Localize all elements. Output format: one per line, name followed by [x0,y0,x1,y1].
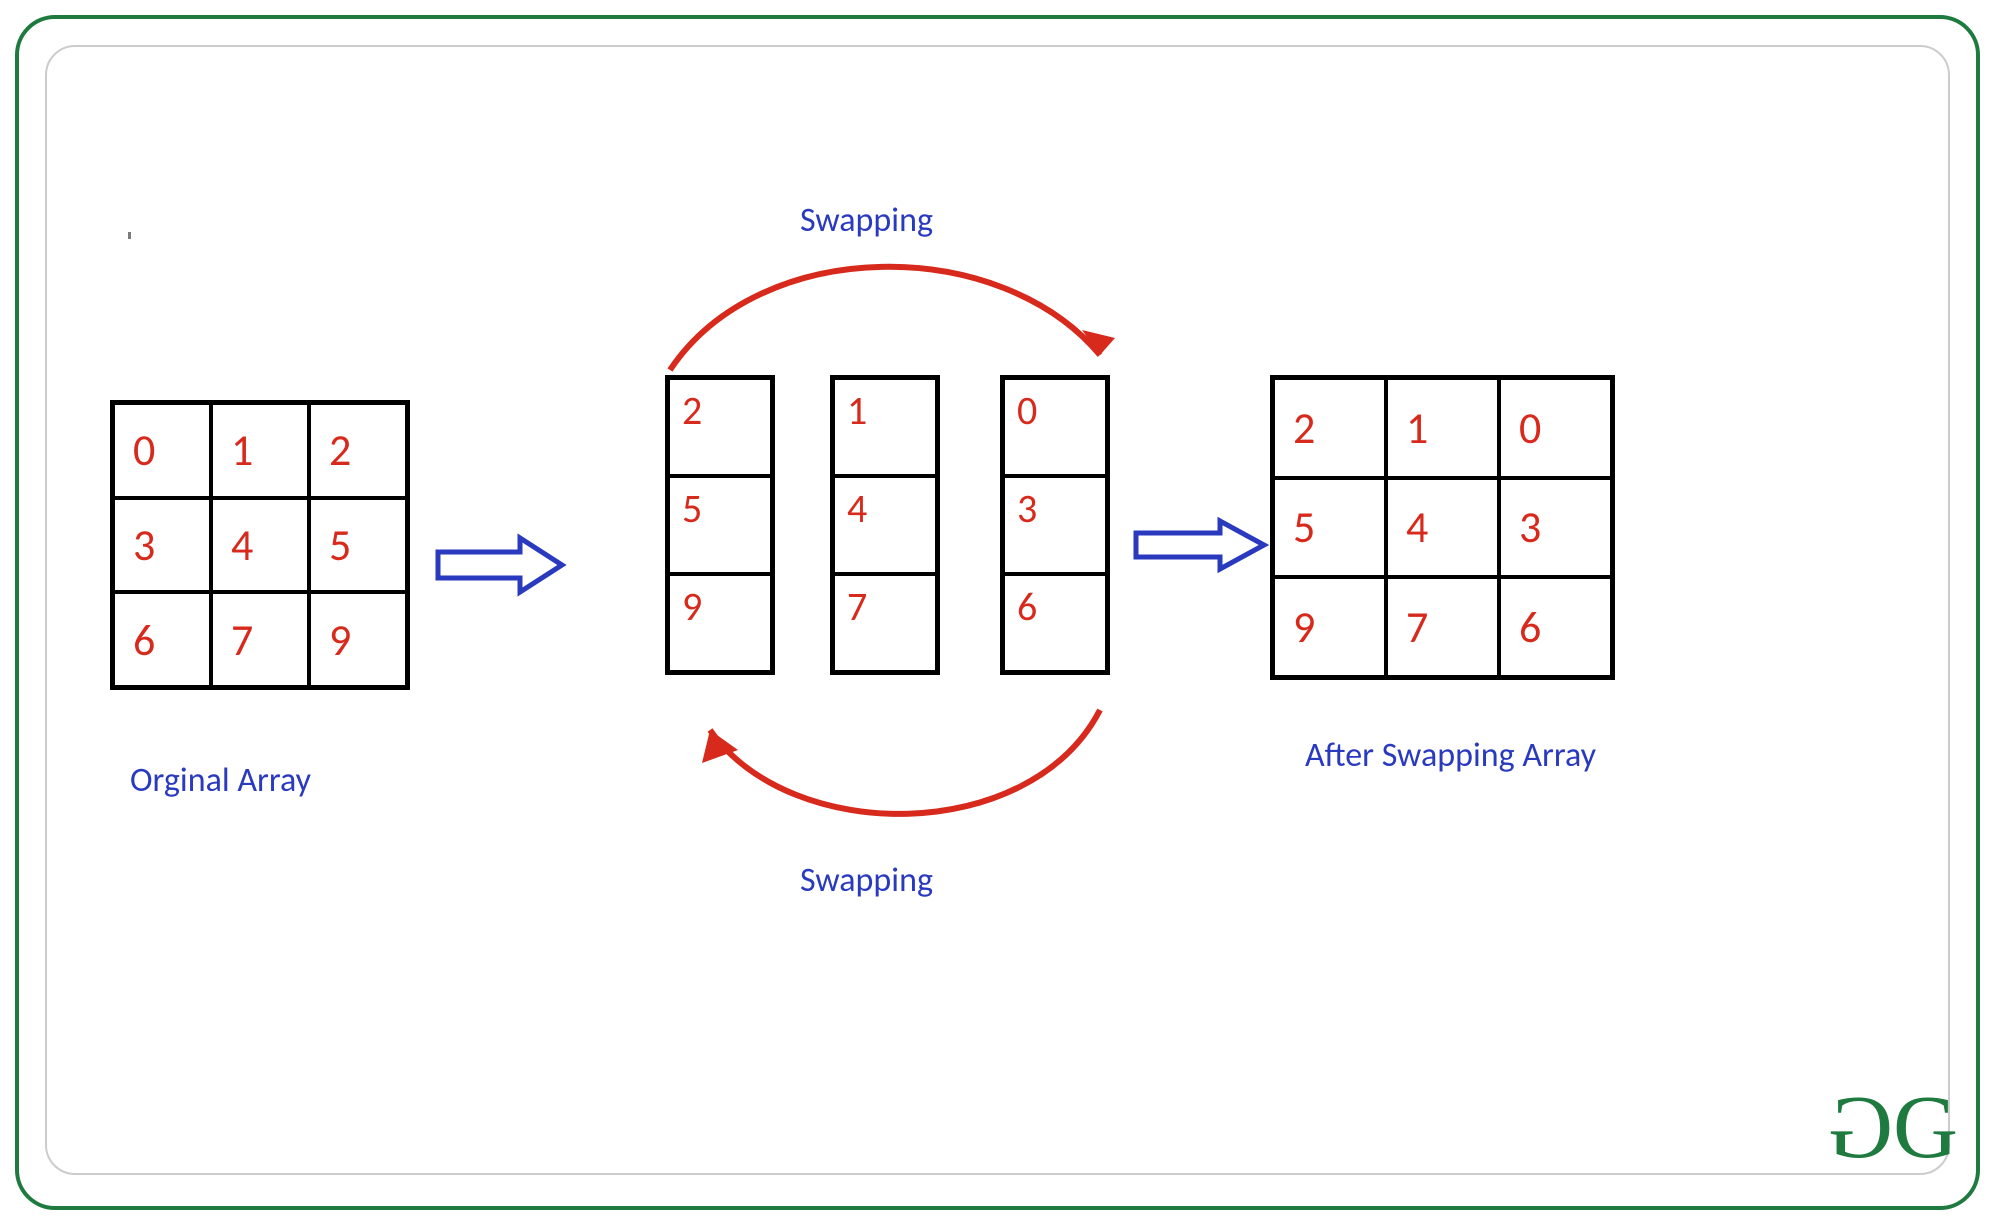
cell: 7 [833,574,937,672]
cell: 9 [1273,577,1386,677]
cell: 9 [668,574,772,672]
original-array-label: Orginal Array [130,760,311,801]
intermediate-column-right: 0 3 6 [1000,375,1110,675]
swapping-bottom-label: Swapping [800,860,933,901]
intermediate-column-left: 2 5 9 [665,375,775,675]
cell: 2 [309,403,407,498]
cell: 1 [1386,378,1499,478]
cell: 2 [1273,378,1386,478]
swap-arrow-top [630,250,1140,390]
geeksforgeeks-logo: GG [1840,1076,1946,1179]
intermediate-column-middle: 1 4 7 [830,375,940,675]
cell: 0 [1499,378,1612,478]
cell: 5 [668,476,772,574]
cell: 4 [211,498,309,593]
cell: 5 [1273,478,1386,578]
decorative-mark [128,232,131,239]
arrow-right-icon [430,530,570,600]
cell: 1 [211,403,309,498]
after-swapping-array-grid: 2 1 0 5 4 3 9 7 6 [1270,375,1615,680]
swap-arrow-bottom [650,695,1140,845]
cell: 6 [1499,577,1612,677]
cell: 4 [833,476,937,574]
cell: 5 [309,498,407,593]
cell: 3 [1499,478,1612,578]
original-array-grid: 0 1 2 3 4 5 6 7 9 [110,400,410,690]
cell: 3 [113,498,211,593]
cell: 0 [1003,378,1107,476]
cell: 6 [1003,574,1107,672]
arrow-right-icon [1130,515,1270,575]
swapping-top-label: Swapping [800,200,933,241]
cell: 0 [113,403,211,498]
diagram-stage: 0 1 2 3 4 5 6 7 9 Orginal Array Swapping… [0,0,2001,1231]
cell: 3 [1003,476,1107,574]
cell: 6 [113,592,211,687]
cell: 9 [309,592,407,687]
cell: 2 [668,378,772,476]
after-swapping-label: After Swapping Array [1305,735,1596,776]
cell: 7 [211,592,309,687]
cell: 1 [833,378,937,476]
cell: 4 [1386,478,1499,578]
cell: 7 [1386,577,1499,677]
